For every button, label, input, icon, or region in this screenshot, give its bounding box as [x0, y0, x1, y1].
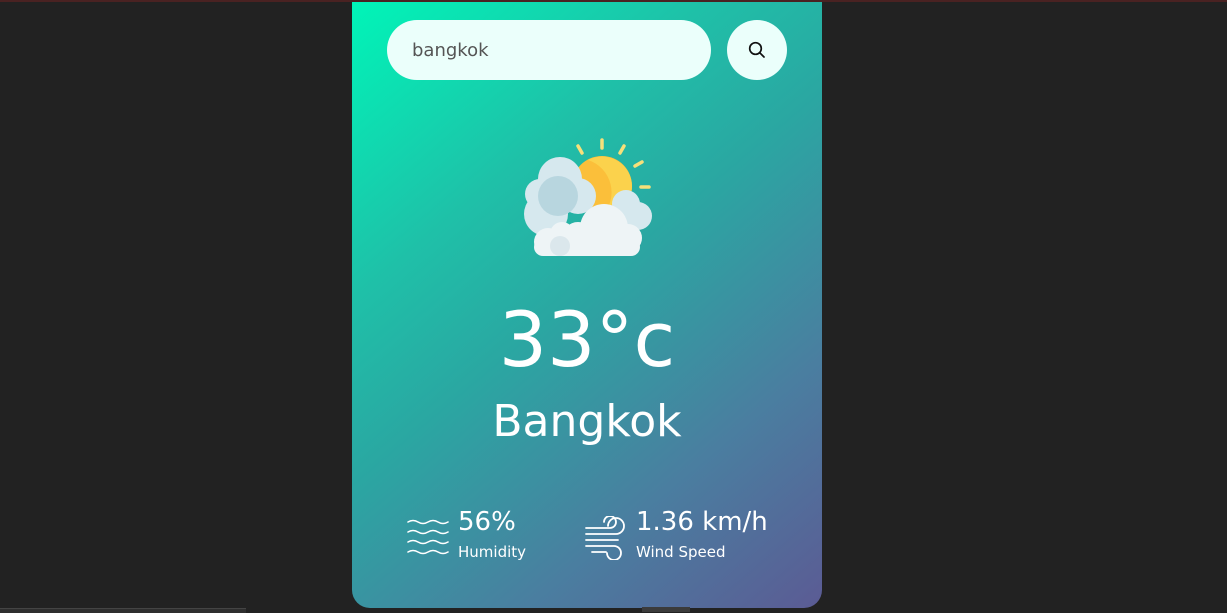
humidity-value: 56%: [458, 507, 516, 537]
wind-text: 1.36 km/h Wind Speed: [636, 502, 768, 562]
wind-label: Wind Speed: [636, 543, 726, 561]
temperature: 33°c: [498, 295, 676, 384]
search-input[interactable]: [387, 20, 711, 80]
partly-cloudy-sun-icon: [524, 138, 652, 256]
wind-icon: [585, 516, 625, 560]
search-icon: [748, 41, 765, 58]
weather-card: 33°c Bangkok 56% Humidity: [352, 2, 822, 608]
city-name: Bangkok: [492, 396, 682, 447]
humidity-icon: [407, 519, 449, 555]
taskbar-fragment: [0, 608, 246, 613]
search-button[interactable]: [727, 20, 787, 80]
humidity-text: 56% Humidity: [458, 502, 526, 562]
humidity-label: Humidity: [458, 543, 527, 561]
wind-value: 1.36 km/h: [636, 507, 768, 537]
wind-detail: 1.36 km/h Wind Speed: [584, 502, 768, 562]
scroll-handle: [642, 607, 690, 612]
humidity-detail: 56% Humidity: [406, 502, 526, 562]
